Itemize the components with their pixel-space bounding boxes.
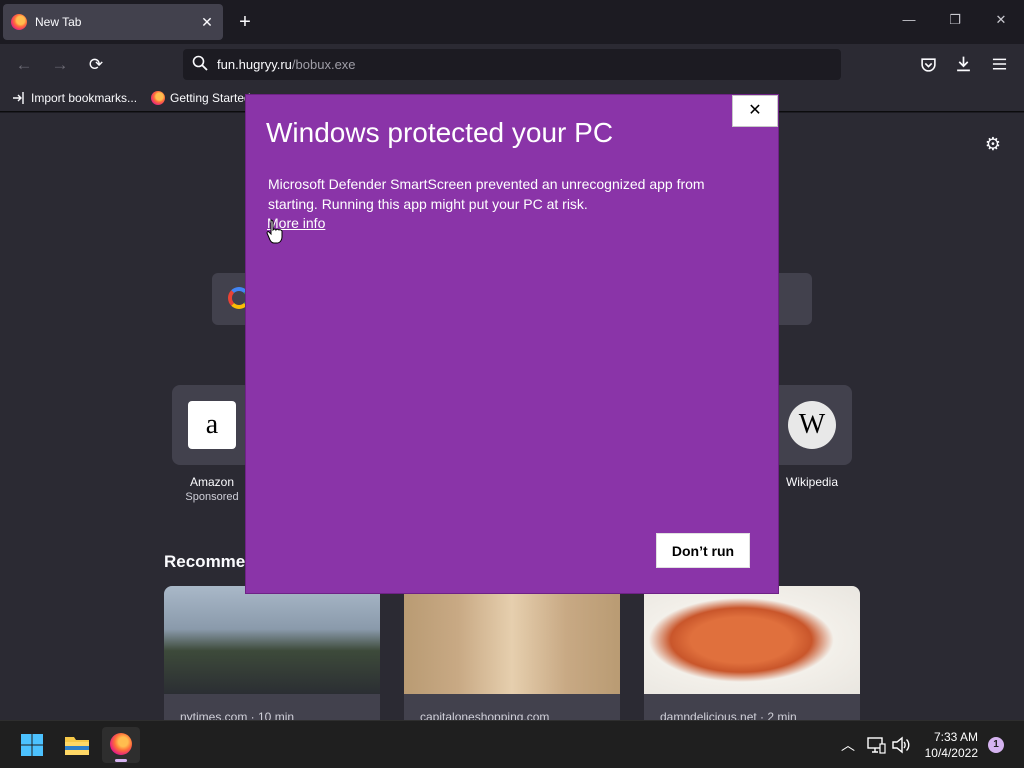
notification-badge[interactable]: 1	[988, 737, 1004, 753]
bookmark-import[interactable]: Import bookmarks...	[12, 91, 137, 105]
search-icon	[192, 55, 208, 71]
firefox-icon	[11, 14, 27, 30]
amazon-icon: a	[188, 401, 236, 449]
tab-close-icon[interactable]: ✕	[199, 14, 215, 31]
menu-icon[interactable]	[992, 57, 1007, 71]
folder-icon	[65, 737, 89, 755]
story-source: capitaloneshopping.com	[420, 710, 550, 720]
story-source: nytimes.com · 10 min	[180, 710, 295, 720]
gear-icon[interactable]: ⚙	[983, 134, 1003, 154]
story-card[interactable]: capitaloneshopping.com	[404, 586, 620, 720]
dialog-close-button[interactable]: ✕	[732, 95, 778, 127]
system-clock[interactable]: 7:33 AM 10/4/2022	[910, 729, 978, 761]
taskbar: ︿ 7:33 AM 10/4/2022 1	[0, 720, 1024, 768]
hand-cursor-icon	[266, 219, 283, 244]
url-path: /bobux.exe	[291, 57, 356, 72]
url-host: fun.hugryy.ru	[217, 57, 292, 72]
volume-icon[interactable]	[891, 736, 911, 754]
network-icon[interactable]	[866, 736, 886, 754]
smartscreen-dialog: ✕ Windows protected your PC Microsoft De…	[246, 95, 778, 593]
address-bar[interactable]: fun.hugryy.ru/bobux.exe	[183, 49, 841, 80]
file-explorer-button[interactable]	[58, 727, 96, 763]
forward-button[interactable]: →	[47, 52, 73, 78]
minimize-button[interactable]: —	[898, 12, 920, 32]
dialog-message: Microsoft Defender SmartScreen prevented…	[268, 176, 705, 212]
start-button[interactable]	[13, 727, 51, 763]
firefox-icon	[151, 91, 165, 105]
bookmark-getting-started[interactable]: Getting Started	[151, 91, 251, 105]
story-image	[164, 586, 380, 694]
pocket-icon[interactable]	[920, 56, 937, 73]
firefox-taskbar-button[interactable]	[102, 727, 140, 763]
restore-button[interactable]: ❐	[944, 12, 966, 32]
firefox-icon	[110, 733, 132, 755]
import-icon	[13, 92, 24, 104]
clock-date: 10/4/2022	[924, 746, 978, 760]
reload-button[interactable]: ⟳	[83, 52, 109, 78]
story-card[interactable]: nytimes.com · 10 min	[164, 586, 380, 720]
top-site-amazon[interactable]: a	[172, 385, 252, 465]
dont-run-button[interactable]: Don’t run	[656, 533, 750, 568]
clock-time: 7:33 AM	[933, 730, 978, 744]
tab-new-tab[interactable]: New Tab ✕	[3, 4, 223, 40]
windows-logo-icon	[21, 734, 43, 756]
bookmark-label: Import bookmarks...	[31, 91, 138, 105]
back-button[interactable]: ←	[11, 52, 37, 78]
download-icon[interactable]	[955, 55, 972, 73]
wikipedia-icon: W	[788, 401, 836, 449]
dialog-title: Windows protected your PC	[266, 117, 614, 148]
story-image	[644, 586, 860, 694]
close-window-button[interactable]: ✕	[990, 12, 1012, 32]
top-site-wikipedia[interactable]: W	[772, 385, 852, 465]
story-card[interactable]: damndelicious.net · 2 min	[644, 586, 860, 720]
tab-strip: New Tab ✕ + — ❐ ✕	[0, 0, 1024, 44]
chevron-up-icon[interactable]: ︿	[838, 735, 858, 755]
story-image	[404, 586, 620, 694]
bookmark-label: Getting Started	[170, 91, 251, 105]
tab-title: New Tab	[35, 15, 82, 29]
new-tab-button[interactable]: +	[234, 10, 256, 34]
story-source: damndelicious.net · 2 min	[660, 710, 797, 720]
active-indicator	[115, 759, 127, 762]
navigation-toolbar: ← → ⟳ fun.hugryy.ru/bobux.exe	[0, 44, 1024, 86]
